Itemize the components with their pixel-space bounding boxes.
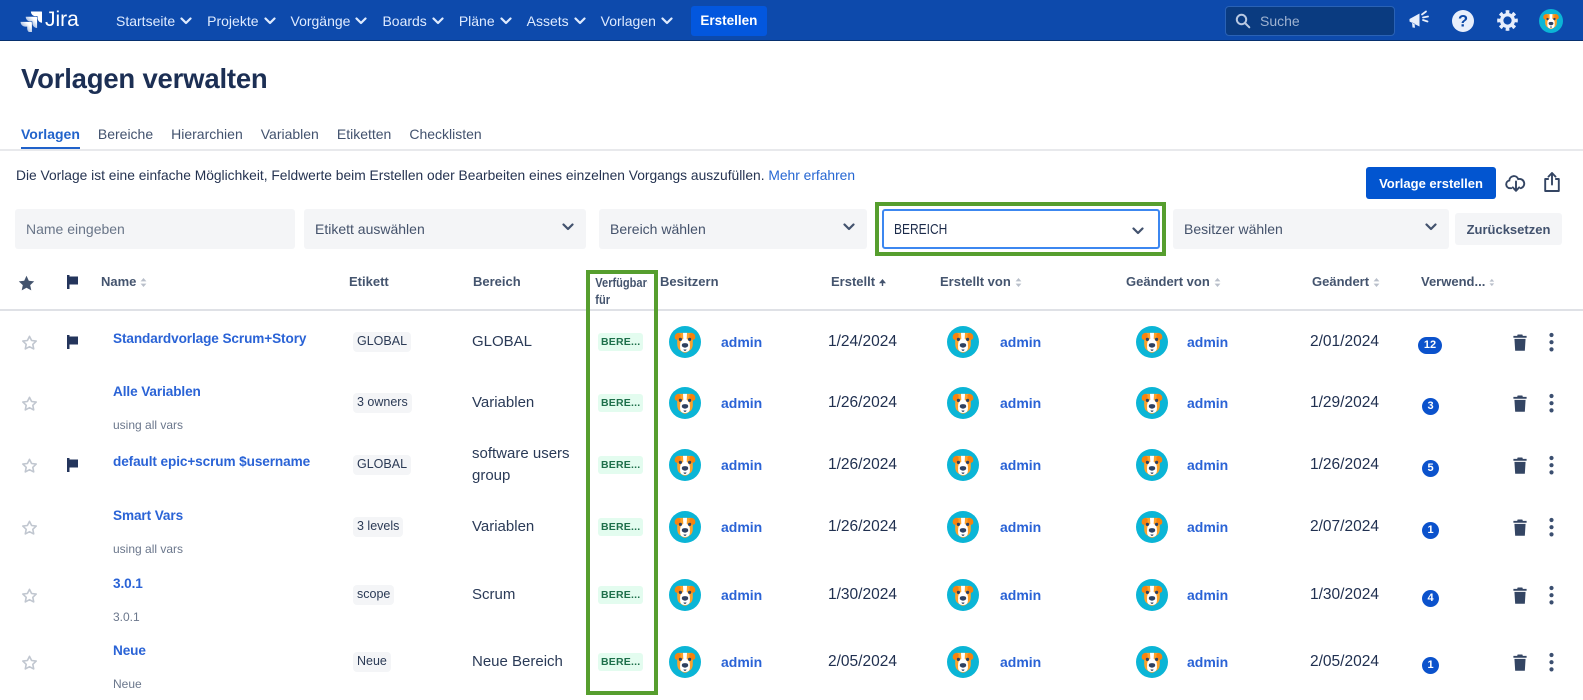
svg-text:?: ? (1458, 12, 1468, 30)
